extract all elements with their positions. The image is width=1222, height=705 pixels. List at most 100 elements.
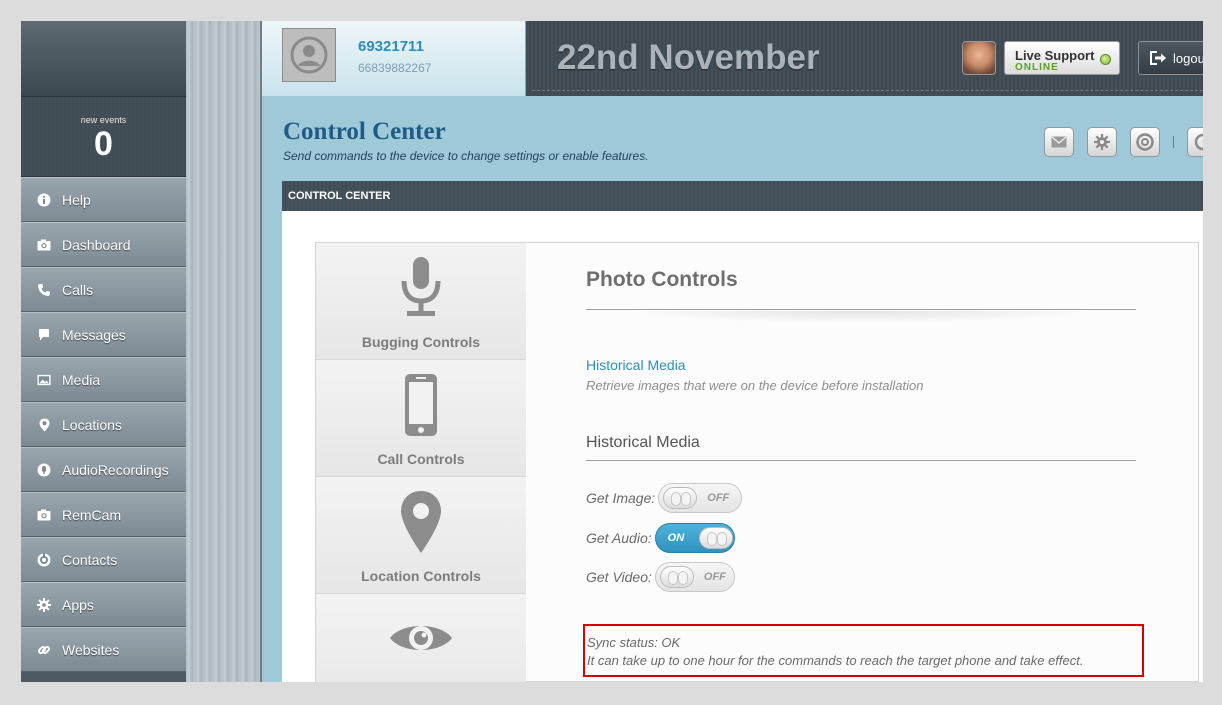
sync-status-box: Sync status: OK It can take up to one ho… xyxy=(583,624,1144,677)
sidebar-item-contacts[interactable]: Contacts xyxy=(21,537,186,582)
gear-icon xyxy=(37,597,51,612)
sidebar-item-audiorecordings[interactable]: AudioRecordings xyxy=(21,447,186,492)
settings-button[interactable] xyxy=(1087,127,1117,157)
sidebar-item-media[interactable]: Media xyxy=(21,357,186,402)
sidebar-item-locations[interactable]: Locations xyxy=(21,402,186,447)
content-area: Control Center Send commands to the devi… xyxy=(262,96,1203,682)
subsection-heading: Historical Media xyxy=(586,434,700,451)
user-box[interactable]: 69321711 66839882267 xyxy=(262,21,526,96)
sidebar-item-apps[interactable]: Apps xyxy=(21,582,186,627)
tab-label: Location Controls xyxy=(361,568,481,584)
toggle-state: ON xyxy=(667,532,685,544)
info-icon xyxy=(37,193,51,207)
user-avatar-icon xyxy=(290,36,328,74)
panel-title-bar: CONTROL CENTER xyxy=(282,181,1203,211)
get-image-toggle[interactable]: OFF xyxy=(658,483,743,513)
sidebar-item-remcam[interactable]: RemCam xyxy=(21,492,186,537)
online-status-dot-icon xyxy=(1100,54,1111,65)
sidebar-item-label: Calls xyxy=(62,281,94,298)
new-events-counter[interactable]: new events 0 xyxy=(21,97,186,177)
sync-status: Sync status: OK xyxy=(587,635,681,650)
user-id: 69321711 xyxy=(358,38,424,55)
get-video-label: Get Video: xyxy=(586,569,652,585)
get-audio-toggle[interactable]: ON xyxy=(654,523,735,553)
get-video-row: Get Video: OFF xyxy=(586,562,735,592)
sidebar-item-label: Locations xyxy=(62,416,122,433)
support-agent-avatar[interactable] xyxy=(962,41,996,75)
page-subtitle: Send commands to the device to change se… xyxy=(283,149,649,163)
logout-button[interactable]: logout xyxy=(1138,41,1203,75)
phone-icon xyxy=(37,283,51,297)
divider xyxy=(586,460,1136,461)
tab-location-controls[interactable]: Location Controls xyxy=(316,477,526,594)
gear-icon xyxy=(1094,134,1110,150)
sidebar-item-label: Help xyxy=(62,191,91,208)
sidebar-item-label: Apps xyxy=(62,596,94,613)
at-button[interactable] xyxy=(1130,127,1160,157)
mail-button[interactable] xyxy=(1044,127,1074,157)
app-viewport: new events 0 Help Dashboard Calls Messag… xyxy=(21,21,1203,682)
top-header: 69321711 66839882267 22nd November Live … xyxy=(262,21,1203,96)
sidebar-item-dashboard[interactable]: Dashboard xyxy=(21,222,186,267)
get-audio-row: Get Audio: ON xyxy=(586,523,735,553)
image-icon xyxy=(37,373,51,387)
divider xyxy=(586,309,1136,310)
tab-call-controls[interactable]: Call Controls xyxy=(316,360,526,477)
photo-controls-section: Photo Controls Historical Media Retrieve… xyxy=(583,243,1146,682)
user-phone: 66839882267 xyxy=(358,61,432,75)
tab-bugging-controls[interactable]: Bugging Controls xyxy=(316,243,526,360)
sidebar-item-label: Media xyxy=(62,371,101,388)
toggle-knob xyxy=(698,527,733,549)
speech-bubble-icon xyxy=(37,328,51,342)
sidebar-item-help[interactable]: Help xyxy=(21,177,186,222)
toggle-knob xyxy=(663,487,698,509)
page-title: Control Center xyxy=(283,118,446,145)
camera-icon xyxy=(37,508,51,522)
toolbar-separator xyxy=(1173,136,1174,148)
tab-label: Call Controls xyxy=(377,451,465,467)
get-image-row: Get Image: OFF xyxy=(586,483,743,513)
control-panel: Bugging Controls Call Controls Location … xyxy=(282,211,1203,682)
eye-icon xyxy=(316,618,526,658)
map-pin-icon xyxy=(37,418,51,432)
controls-tab-list: Bugging Controls Call Controls Location … xyxy=(316,243,526,682)
header-divider xyxy=(532,90,1203,91)
mail-icon xyxy=(1051,136,1067,148)
sidebar-item-messages[interactable]: Messages xyxy=(21,312,186,357)
historical-media-link[interactable]: Historical Media xyxy=(586,357,686,373)
toggle-state: OFF xyxy=(707,492,730,504)
microphone-icon xyxy=(316,255,526,321)
historical-media-description: Retrieve images that were on the device … xyxy=(586,378,924,393)
get-video-toggle[interactable]: OFF xyxy=(654,562,735,592)
phone-device-icon xyxy=(316,372,526,438)
sidebar-item-label: Dashboard xyxy=(62,236,131,253)
get-image-label: Get Image: xyxy=(586,490,656,506)
section-heading: Photo Controls xyxy=(586,268,738,291)
sidebar-header xyxy=(21,21,186,97)
logout-icon xyxy=(1149,50,1167,69)
live-support-button[interactable]: Live Support ONLINE xyxy=(1004,41,1120,75)
toggle-state: OFF xyxy=(703,571,726,583)
new-events-label: new events xyxy=(80,115,127,125)
window-frame: new events 0 Help Dashboard Calls Messag… xyxy=(0,0,1222,705)
sidebar-item-label: AudioRecordings xyxy=(62,461,169,478)
avatar xyxy=(282,28,336,82)
sidebar-item-label: Contacts xyxy=(62,551,118,568)
new-events-count: 0 xyxy=(94,125,113,163)
tab-view-controls[interactable] xyxy=(316,594,526,682)
get-audio-label: Get Audio: xyxy=(586,530,652,546)
tab-label: Bugging Controls xyxy=(361,334,481,350)
sidebar-item-calls[interactable]: Calls xyxy=(21,267,186,312)
decorative-metal-strip xyxy=(186,21,262,682)
sync-note: It can take up to one hour for the comma… xyxy=(587,653,1084,668)
toggle-knob xyxy=(659,566,694,588)
at-icon xyxy=(1136,133,1154,151)
logout-label: logout xyxy=(1173,51,1203,66)
camera-icon xyxy=(37,238,51,252)
extra-toolbar-button[interactable] xyxy=(1187,127,1203,157)
sidebar: new events 0 Help Dashboard Calls Messag… xyxy=(21,21,186,682)
sidebar-item-websites[interactable]: Websites xyxy=(21,627,186,672)
map-pin-icon xyxy=(316,489,526,555)
contact-icon xyxy=(37,552,51,567)
divider-shadow xyxy=(616,311,1106,323)
